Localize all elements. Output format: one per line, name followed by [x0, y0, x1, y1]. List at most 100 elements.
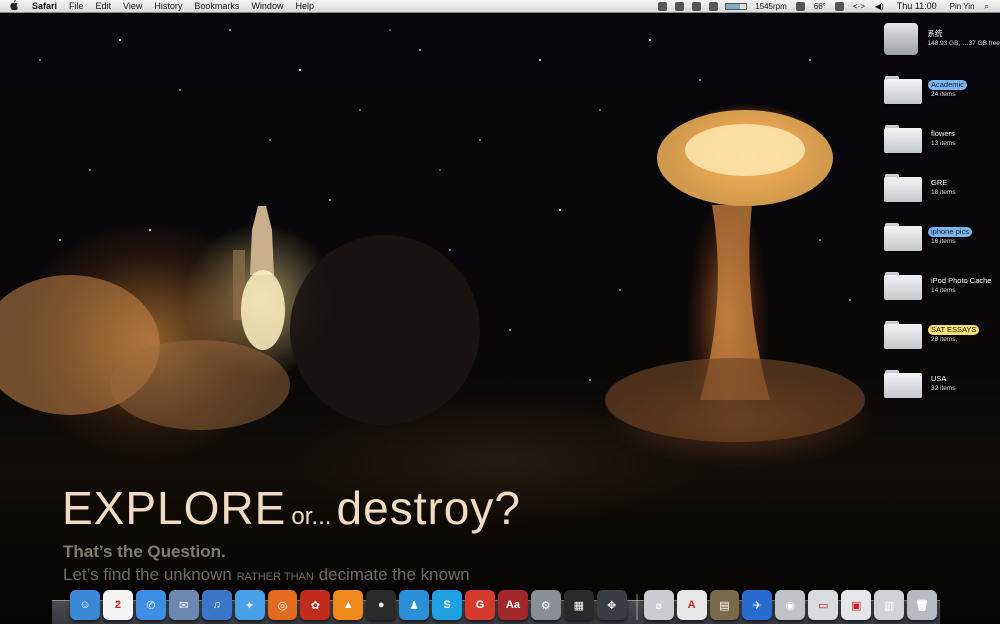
status-icon-3[interactable] — [692, 1, 702, 11]
folder-sat-essays[interactable]: SAT ESSAYS 28 items, — [860, 315, 1000, 355]
safari-icon[interactable]: ✦ — [234, 590, 265, 620]
folder-icon — [884, 370, 922, 398]
battery-meter-icon[interactable] — [725, 2, 748, 10]
folder-count: 28 items, — [931, 336, 958, 343]
folder-count: 14 items — [931, 287, 956, 294]
qq-icon[interactable]: ● — [366, 590, 397, 620]
folder-name: SAT ESSAYS — [928, 325, 980, 335]
apple-menu-icon[interactable] — [0, 0, 26, 13]
smoke-cloud-center — [110, 340, 290, 430]
trash-icon[interactable]: 🗑 — [907, 590, 937, 620]
rocket-flame-shape — [241, 270, 285, 350]
menu-clock[interactable]: Thu 11:00 — [889, 0, 945, 13]
folder-flowers[interactable]: flowers 13 items — [860, 119, 1000, 159]
mushroom-base-cloud — [605, 358, 865, 442]
folder-count: 16 items — [931, 238, 956, 245]
folder-icon — [884, 76, 922, 104]
ichat-icon[interactable]: ✆ — [135, 590, 166, 620]
menu-history[interactable]: History — [148, 0, 188, 13]
finder-icon[interactable]: ☺ — [70, 590, 100, 620]
hard-disk-glyph-icon — [884, 23, 919, 55]
shuttle-shape — [250, 206, 274, 275]
folder-iphone-pics[interactable]: iphone pics 16 items — [860, 217, 1000, 257]
vlc-icon[interactable]: ▲ — [333, 590, 364, 620]
app-menu-safari[interactable]: Safari — [26, 0, 63, 13]
system-preferences-icon[interactable]: ⚙ — [530, 590, 561, 620]
documents-stack-icon[interactable]: ▭ — [808, 590, 839, 620]
separator — [635, 594, 638, 620]
menu-bookmarks[interactable]: Bookmarks — [188, 0, 245, 13]
folder-count: 13 items — [931, 140, 956, 147]
status-icon-2[interactable] — [675, 1, 685, 11]
dictionary-icon[interactable]: Aa — [497, 590, 528, 620]
folder-academic[interactable]: Academic 24 items — [860, 70, 1000, 110]
menu-window[interactable]: Window — [245, 0, 289, 13]
dark-smoke-cloud — [290, 235, 480, 425]
status-icon-4[interactable] — [709, 1, 719, 11]
folder-usa[interactable]: USA 32 items — [860, 364, 1000, 404]
hard-disk-icon[interactable]: 系统 148.93 GB, …37 GB free — [860, 19, 1000, 59]
folder-name: USA — [931, 374, 947, 383]
xcode-icon[interactable]: ✈ — [742, 590, 773, 620]
screenshot-stack-icon[interactable]: ▥ — [874, 590, 905, 620]
bluetooth-icon[interactable] — [834, 1, 844, 11]
fan-speed-readout[interactable]: 1545rpm — [750, 0, 792, 13]
final-cut-icon[interactable]: ▦ — [563, 590, 594, 620]
mushroom-cap-core — [685, 124, 805, 176]
sync-icon[interactable]: <·> — [848, 0, 870, 13]
wallpaper-question: That’s the Question. — [63, 542, 226, 561]
spotlight-icon[interactable]: ⌕ — [980, 0, 994, 13]
volume-icon[interactable]: ◀) — [870, 0, 889, 13]
folder-icon — [884, 223, 922, 251]
messenger-icon[interactable]: ♟ — [399, 590, 430, 620]
menu-help[interactable]: Help — [289, 0, 320, 13]
temperature-icon[interactable] — [795, 1, 805, 11]
itunes-icon[interactable]: ♫ — [201, 590, 232, 620]
folder-name: iPod Photo Cache — [931, 276, 992, 285]
acrobat-icon[interactable]: A — [676, 590, 707, 620]
skype-icon[interactable]: S — [432, 590, 463, 620]
folder-count: 18 items — [931, 189, 956, 196]
folder-count: 24 items — [931, 91, 956, 98]
ical-icon[interactable]: 2 — [102, 590, 133, 620]
menu-view[interactable]: View — [117, 0, 148, 13]
temperature-readout[interactable]: 66° — [809, 0, 831, 13]
folder-name: flowers — [931, 129, 955, 138]
folder-count: 32 items — [931, 385, 956, 392]
menu-file[interactable]: File — [63, 0, 90, 13]
utility-icon[interactable]: ⌀ — [643, 590, 674, 620]
menu-bar: Safari File Edit View History Bookmarks … — [0, 0, 1000, 13]
status-icon-1[interactable] — [658, 1, 668, 11]
wallpaper-subline: Let’s find the unknown RATHER THAN decim… — [63, 565, 470, 585]
headline-explore: EXPLORE — [62, 482, 287, 534]
keynote-icon[interactable]: ▤ — [709, 590, 740, 620]
folder-gre[interactable]: GRE 18 items — [860, 168, 1000, 208]
folder-icon — [884, 321, 922, 349]
dock: ☺ 2 ✆ ✉ ♫ ✦ ◎ ✿ ▲ ● ♟ S G Aa ⚙ ▦ ✥ ⌀ A ▤ ✈ ◉ ▭ ▣ ▥ 🗑 — [70, 584, 940, 620]
folder-icon — [884, 174, 922, 202]
hard-disk-name: 系统 — [927, 29, 943, 38]
menu-edit[interactable]: Edit — [90, 0, 118, 13]
downloads-stack-icon[interactable]: ▣ — [841, 590, 872, 620]
folder-name: iphone pics — [928, 227, 972, 237]
firefox-icon[interactable]: ◎ — [267, 590, 298, 620]
app-store-icon[interactable]: G — [465, 590, 495, 620]
headline-destroy: destroy? — [336, 482, 521, 534]
wallpaper-headline: EXPLORE or... destroy? — [62, 481, 521, 535]
folder-name: GRE — [931, 178, 948, 187]
folder-icon — [884, 272, 922, 300]
subline-part-a: Let’s find the unknown — [63, 565, 232, 584]
hard-disk-info: 148.93 GB, …37 GB free — [927, 40, 1000, 47]
folder-ipod-photo-cache[interactable]: iPod Photo Cache 14 items — [860, 266, 1000, 306]
headline-or: or... — [291, 503, 332, 530]
folder-name: Academic — [928, 80, 967, 90]
subline-part-b: decimate the known — [318, 565, 470, 584]
folder-icon — [884, 125, 922, 153]
spaces-icon[interactable]: ✥ — [596, 590, 627, 620]
dvd-player-icon[interactable]: ◉ — [775, 590, 806, 620]
user-menu[interactable]: Pin Yin — [945, 0, 980, 13]
transmission-icon[interactable]: ✿ — [300, 590, 331, 620]
status-menus: 1545rpm 66° <·> ◀) Thu 11:00 Pin Yin ⌕ — [654, 0, 1000, 13]
mail-icon[interactable]: ✉ — [168, 590, 199, 620]
subline-caps: RATHER THAN — [236, 571, 314, 583]
